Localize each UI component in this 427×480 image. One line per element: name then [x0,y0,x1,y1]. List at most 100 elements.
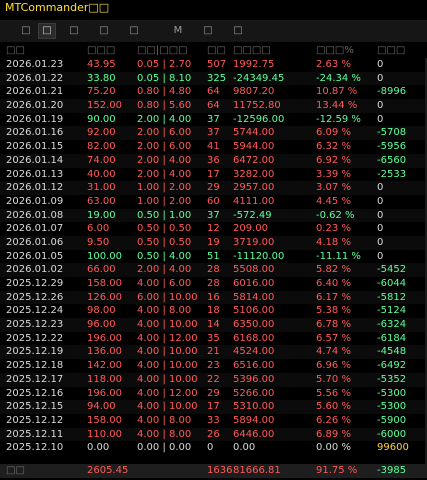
row-col-a: 75.20 [87,86,116,98]
table-row[interactable]: 2025.12.29 158.00 4.00 | 6.00 28 6016.00 6.40… [0,277,427,291]
row-value: 5396.00 [233,373,275,385]
totals-row: □□ 2605.45 1636 81666.81 91.75 % -3985 [0,464,427,478]
table-row[interactable]: 2026.01.13 40.00 2.00 | 4.00 17 3282.00 3.39 … [0,168,427,182]
totals-col-a: 2605.45 [87,465,129,476]
row-col-a: 100.00 [87,250,122,262]
row-date: 2026.01.13 [6,168,64,180]
column-header-5[interactable]: □□□□ [233,44,271,58]
table-row[interactable]: 2026.01.07 6.00 0.50 | 0.50 12 209.00 0.23 % 0 [0,222,427,236]
table-row[interactable]: 2026.01.15 82.00 2.00 | 6.00 41 5944.00 6.32 … [0,140,427,154]
table-row[interactable]: 2026.01.06 9.50 0.50 | 0.50 19 3719.00 4.18 %… [0,235,427,250]
table-row[interactable]: 2025.12.12 158.00 4.00 | 8.00 33 5894.00 6.26… [0,414,427,428]
row-date: 2025.12.12 [6,414,64,426]
row-date: 2025.12.24 [6,305,64,317]
table-row[interactable]: 2025.12.24 98.00 4.00 | 8.00 18 5106.00 5.38 … [0,304,427,318]
row-count: 325 [207,72,227,84]
toolbar-button-6[interactable]: M [172,23,184,39]
row-percent: -24.34 % [316,72,361,84]
row-delta: -5900 [377,414,407,426]
table-row[interactable]: 2025.12.17 118.00 4.00 | 10.00 22 5396.00 5.7… [0,372,427,387]
row-delta: 0 [377,209,384,221]
table-row[interactable]: 2025.12.18 142.00 4.00 | 10.00 23 6516.00 6.9… [0,359,427,373]
table-row[interactable]: 2026.01.23 43.95 0.05 | 2.70 507 1992.75 2.63… [0,58,427,72]
row-percent: 3.07 % [316,182,351,194]
row-count: 14 [207,319,220,331]
row-delta: -6492 [377,360,407,372]
toolbar-button-5[interactable]: □ [128,23,140,39]
table-row[interactable]: 2025.12.15 94.00 4.00 | 10.00 17 5310.00 5.60… [0,400,427,414]
row-delta: -5812 [377,291,407,303]
row-percent: 5.38 % [316,305,351,317]
toolbar-button-7[interactable]: □ [202,23,214,39]
table-row[interactable]: 2025.12.23 96.00 4.00 | 10.00 14 6350.00 6.78… [0,318,427,332]
row-range: 0.50 | 4.00 [137,250,192,262]
table-row[interactable]: 2025.12.11 110.00 4.00 | 8.00 26 6446.00 6.89… [0,427,427,442]
table-row[interactable]: 2026.01.05 100.00 0.50 | 4.00 51 -11120.00 -1… [0,250,427,264]
table-row[interactable]: 2025.12.22 196.00 4.00 | 12.00 35 6168.00 6.5… [0,332,427,346]
table-row[interactable]: 2026.01.12 31.00 1.00 | 2.00 29 2957.00 3.07 … [0,181,427,195]
row-value: 3719.00 [233,236,275,248]
table-row[interactable]: 2026.01.09 63.00 1.00 | 2.00 60 4111.00 4.45 … [0,195,427,209]
toolbar-button-3[interactable]: □ [68,23,80,39]
table-row[interactable]: 2026.01.19 90.00 2.00 | 4.00 37 -12596.00 -12… [0,113,427,127]
title-bar: MTCommander□□ [0,0,427,16]
column-header-7[interactable]: □□□ [377,44,405,58]
row-range: 0.50 | 0.50 [137,223,192,235]
row-value: 5744.00 [233,127,275,139]
table-row[interactable]: 2026.01.08 19.00 0.50 | 1.00 37 -572.49 -0.62… [0,208,427,223]
row-count: 21 [207,346,220,358]
row-range: 4.00 | 10.00 [137,346,198,358]
row-percent: 0.00 % [316,442,351,454]
toolbar: □ □ □ □ □ M □ □ [0,20,427,42]
row-date: 2026.01.06 [6,236,64,248]
column-header-3[interactable]: □□|□□□ [137,44,188,58]
table-row[interactable]: 2026.01.02 66.00 2.00 | 4.00 28 5508.00 5.82 … [0,263,427,277]
table-row[interactable]: 2026.01.14 74.00 2.00 | 4.00 36 6472.00 6.92 … [0,153,427,168]
column-header-2[interactable]: □□□ [87,44,115,58]
table-row[interactable]: 2025.12.19 136.00 4.00 | 10.00 21 4524.00 4.7… [0,345,427,360]
table-row[interactable]: 2026.01.16 92.00 2.00 | 6.00 37 5744.00 6.09 … [0,126,427,141]
row-col-a: 43.95 [87,59,116,70]
row-value: 4111.00 [233,195,275,207]
row-col-a: 9.50 [87,236,110,248]
row-date: 2025.12.18 [6,360,64,372]
row-value: 9807.20 [233,86,275,98]
row-date: 2026.01.09 [6,195,64,207]
row-date: 2026.01.21 [6,86,64,98]
row-percent: 4.18 % [316,236,351,248]
row-percent: 5.70 % [316,373,351,385]
table-row[interactable]: 2025.12.10 0.00 0.00 | 0.00 0 0.00 0.00 % 9960… [0,441,427,455]
row-count: 60 [207,195,220,207]
row-delta: 0 [377,195,384,207]
row-value: 5106.00 [233,305,275,317]
toolbar-button-8[interactable]: □ [232,23,244,39]
row-value: 5310.00 [233,401,275,413]
row-date: 2026.01.07 [6,223,64,235]
row-delta: -5452 [377,264,407,276]
row-percent: 3.39 % [316,168,351,180]
row-count: 28 [207,278,220,289]
row-percent: -12.59 % [316,113,361,125]
column-header-4[interactable]: □□ [207,44,226,58]
row-range: 2.00 | 4.00 [137,113,192,125]
table-row[interactable]: 2025.12.26 126.00 6.00 | 10.00 16 5814.00 6.1… [0,290,427,305]
totals-value: 81666.81 [233,465,281,476]
row-value: 6516.00 [233,360,275,372]
row-range: 0.05 | 2.70 [137,59,192,70]
row-col-a: 98.00 [87,305,116,317]
column-header-6[interactable]: □□□% [316,44,354,58]
row-date: 2025.12.23 [6,319,64,331]
row-count: 29 [207,182,220,194]
table-row[interactable]: 2025.12.16 196.00 4.00 | 12.00 29 5266.00 5.5… [0,387,427,401]
toolbar-button-4[interactable]: □ [98,23,110,39]
column-header-1[interactable]: □□ [6,44,25,58]
row-range: 0.00 | 0.00 [137,442,192,454]
row-col-a: 196.00 [87,387,122,399]
toolbar-button-2[interactable]: □ [38,23,56,39]
row-value: 209.00 [233,223,268,235]
table-row[interactable]: 2026.01.22 33.80 0.05 | 8.10 325 -24349.45 -2… [0,71,427,86]
table-row[interactable]: 2026.01.20 152.00 0.80 | 5.60 64 11752.80 13.… [0,99,427,113]
table-row[interactable]: 2026.01.21 75.20 0.80 | 4.80 64 9807.20 10.87… [0,85,427,99]
toolbar-button-1[interactable]: □ [20,23,32,39]
row-range: 1.00 | 2.00 [137,195,192,207]
